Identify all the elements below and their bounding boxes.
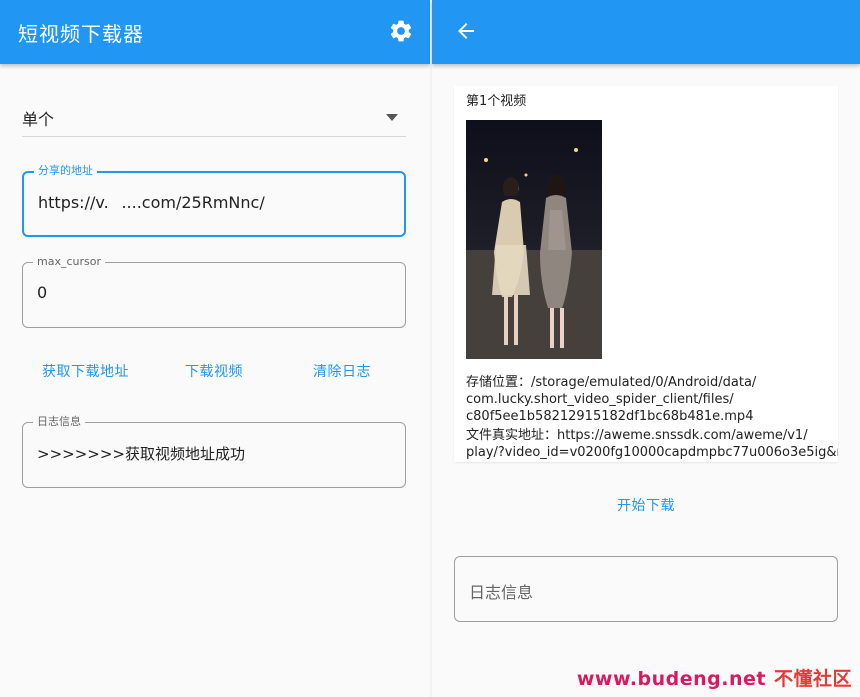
clear-log-button[interactable]: 清除日志 bbox=[313, 361, 371, 381]
log-label: 日志信息 bbox=[33, 414, 85, 430]
mode-select-value: 单个 bbox=[22, 110, 55, 129]
back-arrow-icon[interactable] bbox=[454, 19, 478, 43]
real-url-line-1: 文件真实地址：https://aweme.snssdk.com/aweme/v1… bbox=[466, 428, 808, 443]
max-cursor-value: 0 bbox=[37, 283, 48, 302]
log-field[interactable]: 日志信息 >>>>>>>获取视频地址成功 bbox=[22, 414, 406, 488]
detail-log-field[interactable]: 日志信息 bbox=[454, 556, 838, 622]
start-download-button[interactable]: 开始下载 bbox=[617, 495, 675, 515]
site-watermark: www.budeng.net 不懂社区 bbox=[577, 664, 852, 691]
detail-app-bar bbox=[432, 0, 860, 64]
mode-select[interactable]: 单个 bbox=[22, 98, 406, 137]
gear-icon[interactable] bbox=[388, 18, 414, 44]
share-url-value: https://v. ....com/25RmNnc/ bbox=[38, 193, 265, 212]
app-title: 短视频下载器 bbox=[18, 22, 144, 46]
left-screen: 短视频下载器 单个 分享的地址 https://v. ....com/25RmN… bbox=[0, 0, 430, 697]
app-bar: 短视频下载器 bbox=[0, 0, 430, 64]
real-url-line-2: play/?video_id=v0200fg10000capdmpbc77u00… bbox=[466, 445, 838, 460]
log-value: >>>>>>>获取视频地址成功 bbox=[37, 445, 245, 463]
download-video-button[interactable]: 下载视频 bbox=[185, 361, 243, 381]
share-url-label: 分享的地址 bbox=[34, 163, 97, 179]
video-card: 第1个视频 存储位置：/storage/emulated/0/Android/d… bbox=[454, 86, 838, 462]
share-url-field[interactable]: 分享的地址 https://v. ....com/25RmNnc/ bbox=[22, 163, 406, 237]
storage-line-1: 存储位置：/storage/emulated/0/Android/data/ bbox=[466, 375, 757, 390]
max-cursor-field[interactable]: max_cursor 0 bbox=[22, 254, 406, 328]
get-url-button[interactable]: 获取下载地址 bbox=[42, 361, 129, 381]
dropdown-caret-icon bbox=[386, 114, 398, 121]
watermark-cn: 不懂社区 bbox=[773, 668, 852, 690]
storage-line-3: c80f5ee1b58212915182df1bc68b481e.mp4 bbox=[466, 409, 754, 424]
video-thumbnail[interactable] bbox=[466, 120, 602, 359]
thumbnail-image bbox=[466, 120, 602, 359]
watermark-latin: www.budeng.net bbox=[576, 668, 766, 690]
storage-line-2: com.lucky.short_video_spider_client/file… bbox=[466, 392, 734, 407]
video-card-title: 第1个视频 bbox=[466, 94, 527, 109]
max-cursor-label: max_cursor bbox=[33, 254, 105, 270]
detail-log-placeholder: 日志信息 bbox=[469, 583, 534, 602]
